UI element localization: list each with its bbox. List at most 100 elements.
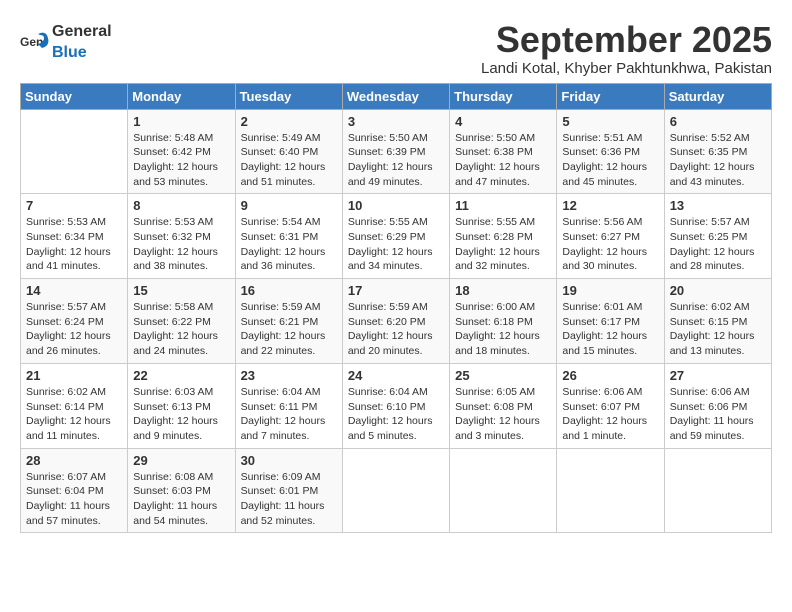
day-info: Sunrise: 5:58 AMSunset: 6:22 PMDaylight:…: [133, 300, 229, 359]
calendar-cell: 29 Sunrise: 6:08 AMSunset: 6:03 PMDayligh…: [128, 448, 235, 533]
day-info: Sunrise: 5:52 AMSunset: 6:35 PMDaylight:…: [670, 131, 766, 190]
day-number: 16: [241, 283, 337, 298]
calendar-cell: 12 Sunrise: 5:56 AMSunset: 6:27 PMDayligh…: [557, 194, 664, 279]
calendar-cell: 19Sunrise: 6:01 AMSunset: 6:17 PMDayligh…: [557, 279, 664, 364]
calendar-cell: 23Sunrise: 6:04 AMSunset: 6:11 PMDayligh…: [235, 363, 342, 448]
calendar-cell: 28 Sunrise: 6:07 AMSunset: 6:04 PMDayligh…: [21, 448, 128, 533]
calendar-cell: [450, 448, 557, 533]
day-info: Sunrise: 6:06 AMSunset: 6:07 PMDaylight:…: [562, 385, 658, 444]
day-info: Sunrise: 6:07 AMSunset: 6:04 PMDaylight:…: [26, 470, 122, 529]
day-info: Sunrise: 6:03 AMSunset: 6:13 PMDaylight:…: [133, 385, 229, 444]
day-number: 7: [26, 198, 122, 213]
day-info: Sunrise: 5:54 AMSunset: 6:31 PMDaylight:…: [241, 215, 337, 274]
calendar-cell: 15 Sunrise: 5:58 AMSunset: 6:22 PMDayligh…: [128, 279, 235, 364]
calendar-cell: 18 Sunrise: 6:00 AMSunset: 6:18 PMDayligh…: [450, 279, 557, 364]
calendar-cell: 10 Sunrise: 5:55 AMSunset: 6:29 PMDayligh…: [342, 194, 449, 279]
day-number: 10: [348, 198, 444, 213]
weekday-header: Monday: [128, 83, 235, 109]
day-info: Sunrise: 5:56 AMSunset: 6:27 PMDaylight:…: [562, 215, 658, 274]
calendar-cell: 21 Sunrise: 6:02 AMSunset: 6:14 PMDayligh…: [21, 363, 128, 448]
calendar-header-row: SundayMondayTuesdayWednesdayThursdayFrid…: [21, 83, 772, 109]
day-number: 3: [348, 114, 444, 129]
day-info: Sunrise: 5:55 AMSunset: 6:28 PMDaylight:…: [455, 215, 551, 274]
logo-icon: Gen: [20, 26, 50, 56]
day-info: Sunrise: 6:08 AMSunset: 6:03 PMDaylight:…: [133, 470, 229, 529]
day-number: 19: [562, 283, 658, 298]
calendar-cell: 6 Sunrise: 5:52 AMSunset: 6:35 PMDaylight…: [664, 109, 771, 194]
day-info: Sunrise: 5:57 AMSunset: 6:24 PMDaylight:…: [26, 300, 122, 359]
weekday-header: Sunday: [21, 83, 128, 109]
logo: Gen General Blue: [20, 20, 112, 62]
month-title: September 2025: [481, 20, 772, 60]
day-info: Sunrise: 5:53 AMSunset: 6:34 PMDaylight:…: [26, 215, 122, 274]
day-info: Sunrise: 5:53 AMSunset: 6:32 PMDaylight:…: [133, 215, 229, 274]
page-header: Gen General Blue September 2025 Landi Ko…: [20, 20, 772, 77]
title-block: September 2025 Landi Kotal, Khyber Pakht…: [481, 20, 772, 77]
calendar-week-row: 28 Sunrise: 6:07 AMSunset: 6:04 PMDayligh…: [21, 448, 772, 533]
calendar-week-row: 21 Sunrise: 6:02 AMSunset: 6:14 PMDayligh…: [21, 363, 772, 448]
logo-blue: Blue: [52, 44, 87, 61]
day-number: 15: [133, 283, 229, 298]
day-number: 4: [455, 114, 551, 129]
calendar-cell: 7 Sunrise: 5:53 AMSunset: 6:34 PMDaylight…: [21, 194, 128, 279]
calendar-cell: 3Sunrise: 5:50 AMSunset: 6:39 PMDaylight…: [342, 109, 449, 194]
day-info: Sunrise: 6:00 AMSunset: 6:18 PMDaylight:…: [455, 300, 551, 359]
day-number: 6: [670, 114, 766, 129]
calendar-cell: 1 Sunrise: 5:48 AMSunset: 6:42 PMDaylight…: [128, 109, 235, 194]
calendar-cell: 8 Sunrise: 5:53 AMSunset: 6:32 PMDaylight…: [128, 194, 235, 279]
calendar-cell: [557, 448, 664, 533]
svg-text:Gen: Gen: [20, 35, 43, 49]
day-info: Sunrise: 6:09 AMSunset: 6:01 PMDaylight:…: [241, 470, 337, 529]
day-number: 11: [455, 198, 551, 213]
day-number: 21: [26, 368, 122, 383]
calendar-cell: 2 Sunrise: 5:49 AMSunset: 6:40 PMDaylight…: [235, 109, 342, 194]
day-number: 22: [133, 368, 229, 383]
calendar-cell: 25Sunrise: 6:05 AMSunset: 6:08 PMDayligh…: [450, 363, 557, 448]
day-info: Sunrise: 6:02 AMSunset: 6:15 PMDaylight:…: [670, 300, 766, 359]
calendar-cell: 20Sunrise: 6:02 AMSunset: 6:15 PMDayligh…: [664, 279, 771, 364]
day-number: 2: [241, 114, 337, 129]
day-number: 9: [241, 198, 337, 213]
day-info: Sunrise: 5:51 AMSunset: 6:36 PMDaylight:…: [562, 131, 658, 190]
calendar-cell: [21, 109, 128, 194]
day-number: 12: [562, 198, 658, 213]
calendar-cell: 11 Sunrise: 5:55 AMSunset: 6:28 PMDayligh…: [450, 194, 557, 279]
day-info: Sunrise: 6:02 AMSunset: 6:14 PMDaylight:…: [26, 385, 122, 444]
calendar-week-row: 7 Sunrise: 5:53 AMSunset: 6:34 PMDaylight…: [21, 194, 772, 279]
calendar-cell: [664, 448, 771, 533]
day-info: Sunrise: 5:50 AMSunset: 6:38 PMDaylight:…: [455, 131, 551, 190]
logo-general: General: [52, 23, 112, 40]
weekday-header: Friday: [557, 83, 664, 109]
day-number: 26: [562, 368, 658, 383]
day-number: 17: [348, 283, 444, 298]
day-number: 13: [670, 198, 766, 213]
day-number: 8: [133, 198, 229, 213]
day-number: 25: [455, 368, 551, 383]
calendar-cell: 27Sunrise: 6:06 AMSunset: 6:06 PMDayligh…: [664, 363, 771, 448]
day-number: 1: [133, 114, 229, 129]
day-info: Sunrise: 5:48 AMSunset: 6:42 PMDaylight:…: [133, 131, 229, 190]
day-info: Sunrise: 5:59 AMSunset: 6:20 PMDaylight:…: [348, 300, 444, 359]
weekday-header: Wednesday: [342, 83, 449, 109]
calendar-cell: 9 Sunrise: 5:54 AMSunset: 6:31 PMDaylight…: [235, 194, 342, 279]
calendar-cell: 24 Sunrise: 6:04 AMSunset: 6:10 PMDayligh…: [342, 363, 449, 448]
location: Landi Kotal, Khyber Pakhtunkhwa, Pakista…: [481, 60, 772, 77]
calendar-cell: 4 Sunrise: 5:50 AMSunset: 6:38 PMDaylight…: [450, 109, 557, 194]
day-info: Sunrise: 5:57 AMSunset: 6:25 PMDaylight:…: [670, 215, 766, 274]
calendar-cell: 26 Sunrise: 6:06 AMSunset: 6:07 PMDayligh…: [557, 363, 664, 448]
day-number: 14: [26, 283, 122, 298]
day-number: 18: [455, 283, 551, 298]
calendar-cell: 17 Sunrise: 5:59 AMSunset: 6:20 PMDayligh…: [342, 279, 449, 364]
day-number: 28: [26, 453, 122, 468]
weekday-header: Saturday: [664, 83, 771, 109]
calendar-week-row: 1 Sunrise: 5:48 AMSunset: 6:42 PMDaylight…: [21, 109, 772, 194]
day-number: 30: [241, 453, 337, 468]
day-info: Sunrise: 6:04 AMSunset: 6:11 PMDaylight:…: [241, 385, 337, 444]
day-number: 24: [348, 368, 444, 383]
day-info: Sunrise: 5:49 AMSunset: 6:40 PMDaylight:…: [241, 131, 337, 190]
weekday-header: Tuesday: [235, 83, 342, 109]
day-number: 29: [133, 453, 229, 468]
day-info: Sunrise: 5:55 AMSunset: 6:29 PMDaylight:…: [348, 215, 444, 274]
day-info: Sunrise: 6:04 AMSunset: 6:10 PMDaylight:…: [348, 385, 444, 444]
calendar-table: SundayMondayTuesdayWednesdayThursdayFrid…: [20, 83, 772, 534]
